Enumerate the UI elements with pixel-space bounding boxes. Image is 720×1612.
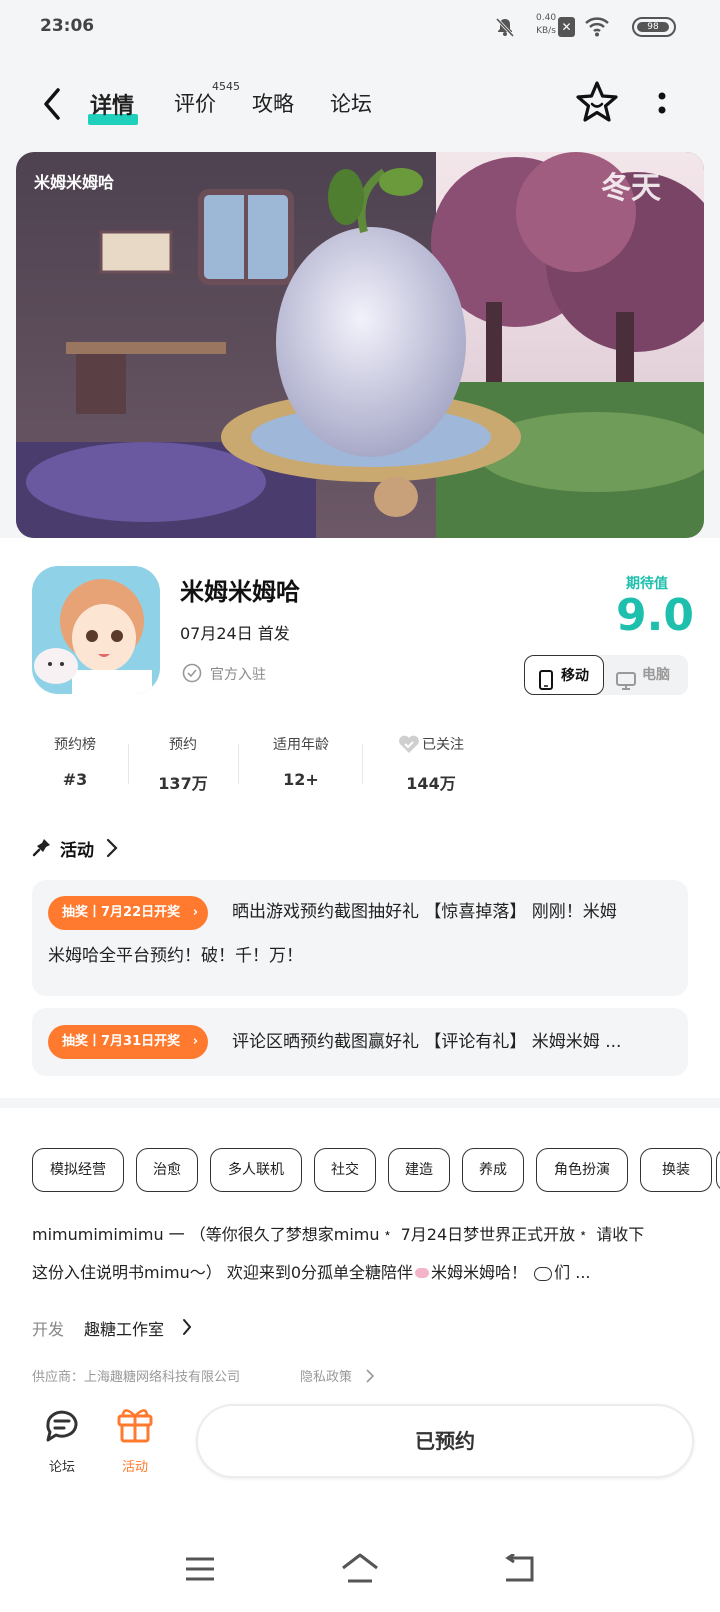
- chevron-right-icon[interactable]: [106, 838, 118, 862]
- review-count-badge: 4545: [212, 80, 240, 93]
- activity-badge: 抽奖丨7月22日开奖 ›: [48, 896, 209, 930]
- tag-chip[interactable]: 治愈: [136, 1148, 198, 1192]
- activity-item[interactable]: 抽奖丨7月22日开奖 › 晒出游戏预约截图抽好礼 【惊喜掉落】 刚刚！米姆 米姆…: [32, 880, 688, 996]
- forum-label: 论坛: [48, 1460, 75, 1475]
- phone-icon: [539, 666, 553, 706]
- tag-chip[interactable]: 社交: [314, 1148, 376, 1192]
- divider: [128, 744, 129, 784]
- privacy-policy-link[interactable]: 隐私政策: [300, 1366, 352, 1385]
- heart-icon: [398, 734, 420, 758]
- pin-icon: [32, 837, 52, 861]
- stat-age-value: 12+: [283, 770, 319, 789]
- platform-mobile-button[interactable]: 移动: [524, 655, 604, 695]
- tag-chip[interactable]: 角色扮演: [536, 1148, 628, 1192]
- battery-icon: 98: [632, 17, 676, 37]
- gift-icon[interactable]: [116, 1404, 154, 1448]
- divider: [362, 744, 363, 784]
- status-time: 23:06: [40, 16, 95, 36]
- tag-chip[interactable]: 模拟经营: [32, 1148, 124, 1192]
- platform-switch: 移动 电脑: [524, 655, 688, 695]
- chevron-right-icon: ›: [192, 1034, 199, 1049]
- chevron-right-icon: ›: [192, 905, 199, 920]
- game-description[interactable]: mimumimimimu 一 （等你很久了梦想家mimu﹡ 7月24日梦世界正式…: [32, 1216, 692, 1292]
- reserved-button[interactable]: 已预约: [196, 1404, 694, 1478]
- chevron-right-icon[interactable]: [182, 1318, 192, 1340]
- tab-details[interactable]: 详情: [90, 88, 134, 120]
- wifi-icon: [584, 15, 610, 41]
- activity-tab-label: 活动: [121, 1460, 148, 1475]
- developer-label: 开发: [32, 1320, 65, 1339]
- stat-follow-label[interactable]: 已关注: [422, 734, 472, 754]
- tab-forum[interactable]: 论坛: [330, 88, 372, 118]
- more-options-icon[interactable]: [654, 88, 670, 120]
- net-speed: 0.40 KB/s: [536, 13, 557, 36]
- expect-score: 9.0: [616, 590, 694, 641]
- platform-pc-button[interactable]: 电脑: [606, 655, 688, 695]
- no-sim-icon: ✕: [558, 17, 575, 37]
- tag-chip[interactable]: 建造: [388, 1148, 450, 1192]
- chevron-right-icon[interactable]: [366, 1368, 375, 1387]
- activity-item[interactable]: 抽奖丨7月31日开奖 › 评论区晒预约截图赢好礼 【评论有礼】 米姆米姆 ...: [32, 1008, 688, 1076]
- release-date: 07月24日 首发: [180, 624, 290, 643]
- back-icon[interactable]: [38, 86, 68, 122]
- svg-text:冬天: 冬天: [601, 171, 661, 206]
- app-icon: [32, 566, 160, 694]
- app-name: 米姆米姆哈: [180, 578, 300, 606]
- activity-badge: 抽奖丨7月31日开奖 ›: [48, 1025, 209, 1059]
- tag-chip[interactable]: 换装: [640, 1148, 712, 1192]
- stat-follow-value: 144万: [406, 774, 456, 793]
- stat-reserve-value: 137万: [158, 774, 208, 793]
- monitor-icon: [616, 666, 636, 706]
- tag-chip-overflow: [716, 1148, 720, 1192]
- menu-icon[interactable]: [184, 1556, 216, 1586]
- activity-title[interactable]: 活动: [60, 836, 94, 861]
- supplier-info: 供应商：上海趣糖网络科技有限公司: [32, 1370, 241, 1385]
- mute-icon: [494, 16, 516, 42]
- stat-reserve-label: 预约: [169, 737, 197, 753]
- svg-text:米姆米姆哈: 米姆米姆哈: [34, 173, 114, 192]
- forum-icon[interactable]: [42, 1406, 82, 1450]
- tag-chip[interactable]: 养成: [462, 1148, 524, 1192]
- home-icon[interactable]: [340, 1552, 380, 1588]
- favorite-star-icon[interactable]: [574, 80, 620, 124]
- cat-face-icon: [534, 1266, 553, 1281]
- stat-rank-label: 预约榜: [54, 737, 96, 753]
- tab-reviews[interactable]: 评价: [174, 88, 216, 118]
- official-label: 官方入驻: [210, 667, 266, 683]
- tag-chip[interactable]: 多人联机: [210, 1148, 302, 1192]
- verified-icon: [182, 663, 202, 687]
- back-nav-icon[interactable]: [502, 1552, 536, 1588]
- section-separator: [0, 1098, 720, 1108]
- stat-age-label: 适用年龄: [273, 737, 329, 753]
- status-bar: [0, 0, 720, 56]
- game-banner-image[interactable]: 米姆米姆哈 冬天: [16, 152, 704, 538]
- pink-heart-icon: [415, 1268, 430, 1278]
- developer-name[interactable]: 趣糖工作室: [84, 1316, 164, 1340]
- divider: [238, 744, 239, 784]
- stat-rank-value[interactable]: #3: [40, 770, 110, 789]
- tab-guides[interactable]: 攻略: [252, 88, 294, 118]
